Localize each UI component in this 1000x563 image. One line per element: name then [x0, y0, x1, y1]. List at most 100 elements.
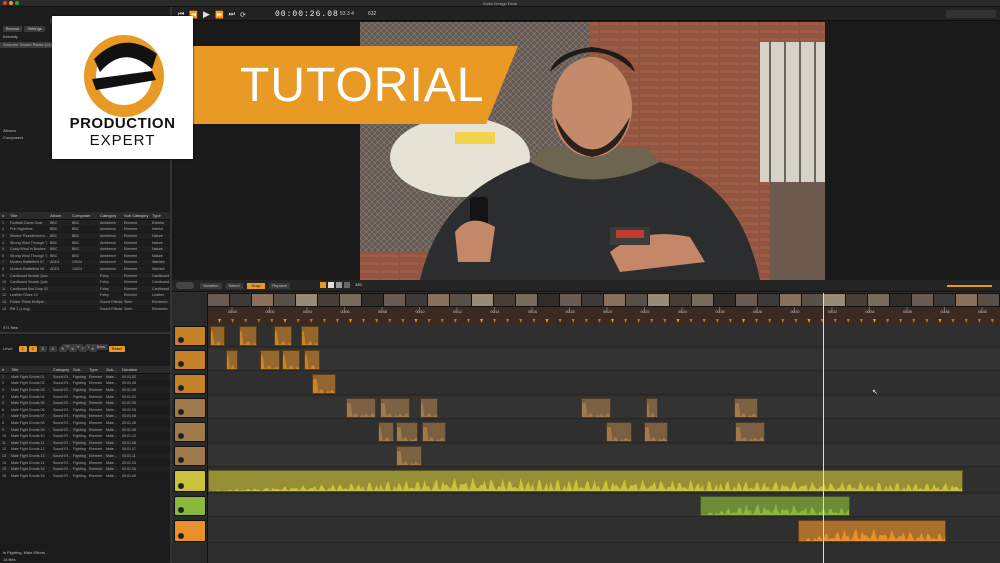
track-header[interactable] — [174, 374, 206, 394]
marker-icon[interactable] — [624, 319, 628, 323]
marker-icon[interactable] — [440, 319, 444, 323]
marker-icon[interactable] — [597, 319, 601, 323]
audio-clip[interactable] — [312, 374, 336, 394]
audio-clip[interactable] — [646, 398, 658, 418]
playhead[interactable] — [823, 293, 824, 563]
marker-icon[interactable] — [545, 319, 549, 323]
audio-clip[interactable] — [735, 422, 765, 442]
marker-icon[interactable] — [519, 319, 523, 323]
marker-icon[interactable] — [676, 319, 680, 323]
marker-icon[interactable] — [427, 319, 431, 323]
audio-clip[interactable] — [734, 398, 758, 418]
marker-icon[interactable] — [794, 319, 798, 323]
level-button-5[interactable]: 5 — [58, 346, 67, 352]
col-title[interactable]: Title — [8, 213, 48, 218]
variation-button[interactable]: Variation — [200, 283, 222, 289]
col-type[interactable]: Type — [150, 213, 170, 218]
trigger-row[interactable]: 4 Male Fight Grunts 04 Sound Ef... Fighting… — [0, 394, 170, 401]
tab-browse[interactable]: Browse — [3, 26, 23, 32]
marker-icon[interactable] — [283, 319, 287, 323]
reset-button[interactable]: Reset — [108, 346, 126, 352]
track-mute-icon[interactable] — [178, 433, 184, 439]
marker-icon[interactable] — [506, 319, 510, 323]
track-header[interactable] — [174, 326, 206, 346]
replace-button[interactable]: Replace — [269, 283, 290, 289]
grid-icon[interactable] — [328, 282, 334, 288]
play-icon[interactable]: ▶ — [203, 9, 210, 20]
table-row[interactable]: 13 Flicker Prints Multiple... Sound Effect… — [0, 299, 170, 306]
marker-icon[interactable] — [728, 319, 732, 323]
marker-icon[interactable] — [571, 319, 575, 323]
col-t-duration[interactable]: Duration — [120, 367, 148, 372]
col-number[interactable]: # — [0, 213, 8, 218]
level-button-1[interactable]: 1 — [18, 346, 27, 352]
table-row[interactable]: 14 Rift 2 (Long) Sound Effects Stem Electron… — [0, 306, 170, 313]
minimize-window-icon[interactable] — [9, 1, 13, 5]
track-header[interactable] — [174, 520, 206, 542]
track-header[interactable] — [174, 350, 206, 370]
table-row[interactable]: 1 Football Game Gear BBC BBC Ambience Element… — [0, 220, 170, 227]
marker-icon[interactable] — [375, 319, 379, 323]
col-composer[interactable]: Composer — [70, 213, 98, 218]
col-album[interactable]: Album — [48, 213, 70, 218]
track-lane[interactable] — [208, 445, 1000, 467]
timeline-tempo[interactable]: 120 — [355, 282, 362, 288]
marker-icon[interactable] — [807, 319, 811, 323]
col-t-sub2[interactable]: Sub... — [104, 367, 120, 372]
marker-icon[interactable] — [532, 319, 536, 323]
trigger-row[interactable]: 7 Male Fight Grunts 07 Sound Ef... Fighting… — [0, 413, 170, 421]
table-row[interactable]: 5 Gusty Wind In Bushes BBC BBC Ambience Eleme… — [0, 246, 170, 253]
audio-clip[interactable] — [380, 398, 410, 418]
trigger-row[interactable]: 6 Male Fight Grunts 06 Sound Ef... Fighting… — [0, 407, 170, 414]
table-row[interactable]: 8 Modern Battlefield 08 ADD1 13024 Ambience E… — [0, 266, 170, 273]
marker-icon[interactable] — [309, 319, 313, 323]
level-button-7[interactable]: 7 — [78, 346, 87, 352]
marker-icon[interactable] — [951, 319, 955, 323]
audio-clip[interactable] — [274, 326, 292, 346]
trigger-row[interactable]: 2 Male Fight Grunts 02 Sound Ef... Fighting… — [0, 381, 170, 388]
audio-clip[interactable] — [304, 350, 320, 370]
table-row[interactable]: 4 Strong Wind Through T... BBC BBC Ambience E… — [0, 240, 170, 247]
loop-icon[interactable]: ⟳ — [240, 11, 246, 19]
marker-icon[interactable] — [781, 319, 785, 323]
marker-icon[interactable] — [480, 319, 483, 323]
trigger-row[interactable]: 12 Male Fight Grunts 12 Sound Ef... Fightin… — [0, 447, 170, 454]
marker-icon[interactable] — [755, 319, 759, 323]
trigger-row[interactable]: 10 Male Fight Grunts 10 Sound Ef... Fightin… — [0, 433, 170, 440]
col-t-sub[interactable]: Sub... — [71, 367, 87, 372]
marker-icon[interactable] — [611, 319, 614, 323]
trigger-row[interactable]: 15 Male Fight Grunts 15 Sound Ef... Fightin… — [0, 466, 170, 473]
table-row[interactable]: 7 Modern Battlefield 07 ADD1 13024 Ambience E… — [0, 259, 170, 267]
level-button-4[interactable]: 4 — [48, 346, 57, 352]
ripple-icon[interactable] — [344, 282, 350, 288]
drop-button[interactable]: Drop — [246, 283, 266, 289]
track-mute-icon[interactable] — [178, 361, 184, 367]
group-albums[interactable]: Albums — [3, 128, 16, 134]
audio-clip[interactable] — [700, 496, 850, 516]
marker-icon[interactable] — [558, 319, 562, 323]
snap-icon[interactable] — [320, 282, 326, 288]
marker-icon[interactable] — [453, 319, 457, 323]
trigger-row[interactable]: 16 Male Fight Grunts 16 Sound Ef... Fightin… — [0, 473, 170, 480]
track-mute-icon[interactable] — [178, 409, 184, 415]
marker-icon[interactable] — [886, 319, 890, 323]
col-t-number[interactable]: # — [0, 367, 9, 372]
audio-clip[interactable] — [581, 398, 611, 418]
track-lane[interactable] — [208, 325, 1000, 347]
marker-icon[interactable] — [859, 319, 863, 323]
trigger-row[interactable]: 9 Male Fight Grunts 09 Sound Ef... Fighting… — [0, 426, 170, 434]
marker-icon[interactable] — [912, 319, 916, 323]
audio-clip[interactable] — [282, 350, 300, 370]
trigger-row[interactable]: 8 Male Fight Grunts 08 Sound Ef... Fighting… — [0, 420, 170, 427]
audio-clip[interactable] — [378, 422, 394, 442]
table-row[interactable]: 6 Strong Wind Through T... BBC BBC Ambience E… — [0, 253, 170, 260]
marker-icon[interactable] — [231, 319, 235, 323]
close-window-icon[interactable] — [3, 1, 7, 5]
marker-icon[interactable] — [362, 319, 366, 323]
marker-icon[interactable] — [322, 319, 326, 323]
marker-icon[interactable] — [637, 319, 641, 323]
audio-clip[interactable] — [798, 520, 946, 542]
marker-icon[interactable] — [244, 319, 248, 323]
marker-icon[interactable] — [584, 319, 588, 323]
marker-icon[interactable] — [964, 319, 968, 323]
